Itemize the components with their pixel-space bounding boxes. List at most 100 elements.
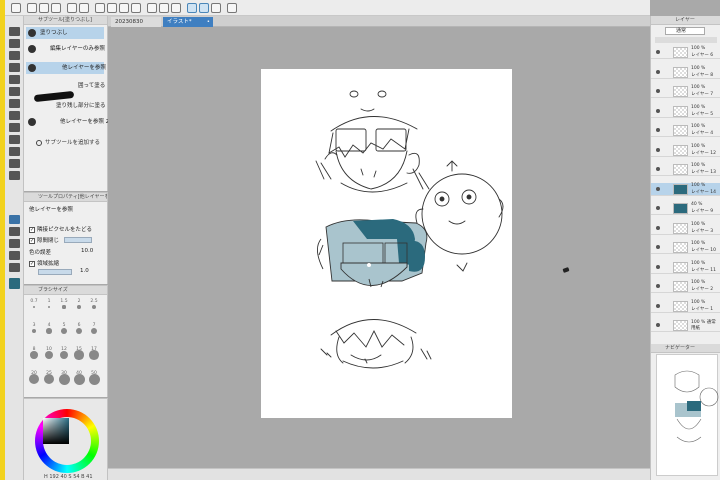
layer-row[interactable]: 100 % レイヤー 2 — [651, 280, 720, 293]
tab-dot-icon[interactable]: • — [207, 17, 210, 27]
layer-row[interactable]: 100 % レイヤー 12 — [651, 144, 720, 157]
layer-row[interactable]: 100 % レイヤー 7 — [651, 85, 720, 98]
brush-size-preset[interactable] — [77, 305, 81, 309]
checkbox[interactable]: ✓ — [29, 260, 35, 267]
save-icon[interactable] — [51, 3, 61, 13]
color-margin-value[interactable]: 10.0 — [81, 248, 93, 254]
option-area-scaling[interactable]: ✓ 領域拡縮 — [29, 259, 59, 267]
eye-icon[interactable] — [656, 225, 660, 230]
brush-size-preset[interactable] — [90, 327, 98, 335]
blend-tool-icon[interactable] — [9, 171, 20, 180]
area-scaling-slider[interactable] — [38, 269, 72, 275]
brush-size-preset[interactable] — [46, 328, 52, 334]
eye-icon[interactable] — [656, 323, 660, 327]
brush-size-preset[interactable] — [44, 350, 54, 360]
eye-icon[interactable] — [656, 245, 660, 249]
option-close-gap[interactable]: ✓ 隙間閉じ — [29, 236, 59, 244]
eye-icon[interactable] — [656, 69, 660, 74]
brush-tool-icon[interactable] — [9, 123, 20, 132]
text-tool-icon[interactable] — [9, 239, 20, 248]
brush-size-preset[interactable] — [75, 327, 83, 335]
redo-icon[interactable] — [79, 3, 89, 13]
snap-special-ruler-icon[interactable] — [199, 3, 209, 13]
brush-size-preset[interactable] — [31, 328, 37, 334]
eye-icon[interactable] — [656, 50, 660, 54]
clear-outside-icon[interactable] — [107, 3, 117, 13]
navigator-preview[interactable] — [656, 354, 719, 476]
subtool-item-fill-gaps[interactable]: 塗り残し部分に塗る — [26, 100, 106, 112]
clear-icon[interactable] — [95, 3, 105, 13]
undo-icon[interactable] — [67, 3, 77, 13]
main-color-swatch[interactable] — [9, 278, 20, 289]
layer-row[interactable]: 100 % レイヤー 10 — [651, 241, 720, 254]
layer-row[interactable]: 100 % レイヤー 6 — [651, 46, 720, 59]
layer-row[interactable]: 100 % レイヤー 8 — [651, 66, 720, 79]
brush-size-preset[interactable] — [33, 306, 35, 308]
clip-icon[interactable] — [227, 3, 237, 13]
brush-size-preset[interactable] — [61, 328, 67, 334]
app-menu-icon[interactable] — [11, 3, 21, 13]
transform-icon[interactable] — [131, 3, 141, 13]
select-tool-icon[interactable] — [9, 63, 20, 72]
checkbox[interactable]: ✓ — [29, 226, 35, 233]
move-tool-icon[interactable] — [9, 51, 20, 60]
balloon-tool-icon[interactable] — [9, 251, 20, 260]
eye-icon[interactable] — [656, 147, 660, 152]
eye-icon[interactable] — [656, 167, 660, 171]
close-gap-slider[interactable] — [64, 237, 92, 243]
saturation-brightness-square[interactable] — [43, 418, 69, 444]
layer-row[interactable]: 100 % 通常 用紙 — [651, 319, 720, 332]
blend-mode-select[interactable]: 通常 — [665, 27, 705, 35]
eye-icon[interactable] — [656, 264, 660, 269]
invert-selection-icon[interactable] — [159, 3, 169, 13]
open-file-icon[interactable] — [39, 3, 49, 13]
eye-icon[interactable] — [656, 284, 660, 288]
eyedropper-tool-icon[interactable] — [9, 87, 20, 96]
layer-row[interactable]: 100 % レイヤー 1 — [651, 300, 720, 313]
area-scaling-value[interactable]: 1.0 — [80, 268, 89, 274]
option-follow-adjacent[interactable]: ✓ 隣接ピクセルをたどる — [29, 225, 92, 233]
snap-grid-icon[interactable] — [211, 3, 221, 13]
new-file-icon[interactable] — [27, 3, 37, 13]
drawing-paper[interactable] — [261, 69, 512, 418]
fill-icon[interactable] — [119, 3, 129, 13]
checkbox[interactable]: ✓ — [29, 237, 35, 244]
opacity-slider[interactable] — [655, 37, 717, 43]
layer-row[interactable]: 40 % レイヤー 9 — [651, 202, 720, 215]
brush-size-preset[interactable] — [91, 304, 97, 310]
decoration-tool-icon[interactable] — [9, 147, 20, 156]
brush-size-preset[interactable] — [47, 305, 51, 309]
eye-icon[interactable] — [656, 206, 660, 210]
eye-icon[interactable] — [656, 303, 660, 308]
layer-row[interactable]: 100 % レイヤー 11 — [651, 261, 720, 274]
layer-row[interactable]: 100 % レイヤー 5 — [651, 105, 720, 118]
layer-row[interactable]: 100 % レイヤー 14 — [651, 182, 720, 196]
pencil-tool-icon[interactable] — [9, 111, 20, 120]
subtool-item-edit-layer-only[interactable]: 編集レイヤーのみ参照 — [26, 43, 105, 55]
tab-20230830[interactable]: 20230830 — [111, 17, 161, 27]
gradient-tool-icon[interactable] — [9, 227, 20, 236]
deselect-icon[interactable] — [147, 3, 157, 13]
selection-area-icon[interactable] — [171, 3, 181, 13]
subtool-item-fill[interactable]: 塗りつぶし — [26, 27, 104, 39]
add-subtool-button[interactable]: サブツールを追加する — [36, 138, 100, 146]
pen-tool-icon[interactable] — [9, 99, 20, 108]
eye-icon[interactable] — [656, 89, 660, 93]
eye-icon[interactable] — [656, 108, 660, 113]
eraser-tool-icon[interactable] — [9, 159, 20, 168]
zoom-tool-icon[interactable] — [9, 27, 20, 36]
subtool-item-refer-other-layers[interactable]: 他レイヤーを参照 — [26, 62, 106, 74]
tab-illustration[interactable]: イラスト* • — [163, 17, 213, 27]
subtool-item-enclose-fill[interactable]: 囲って塗る — [26, 80, 105, 92]
brush-size-preset[interactable] — [30, 351, 38, 359]
lasso-tool-icon[interactable] — [9, 75, 20, 84]
layer-row[interactable]: 100 % レイヤー 4 — [651, 124, 720, 137]
subtool-item-refer-other-layers-2[interactable]: 他レイヤーを参照 2 — [26, 116, 109, 128]
layer-row[interactable]: 100 % レイヤー 13 — [651, 163, 720, 176]
eye-icon[interactable] — [656, 128, 660, 132]
airbrush-tool-icon[interactable] — [9, 135, 20, 144]
snap-ruler-icon[interactable] — [187, 3, 197, 13]
eye-icon[interactable] — [656, 186, 660, 191]
ruler-tool-icon[interactable] — [9, 263, 20, 272]
layer-row[interactable]: 100 % レイヤー 3 — [651, 222, 720, 235]
